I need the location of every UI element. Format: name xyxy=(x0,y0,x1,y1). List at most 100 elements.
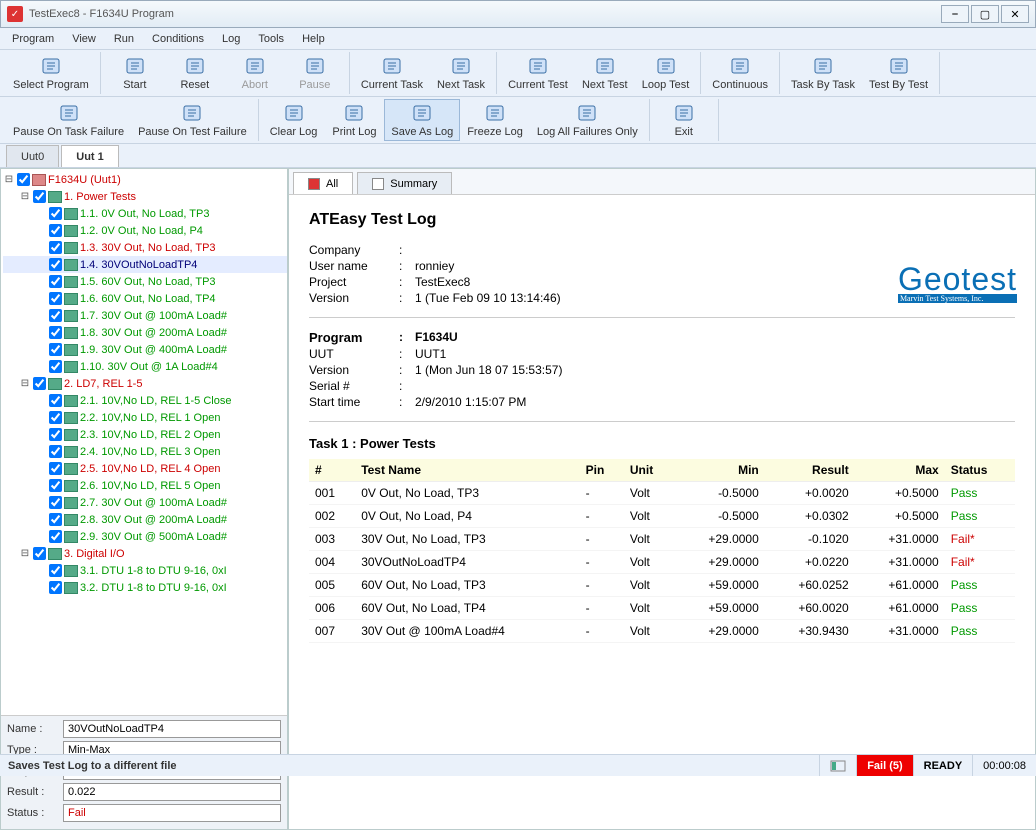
tree-checkbox[interactable] xyxy=(49,479,62,492)
tree-checkbox[interactable] xyxy=(49,258,62,271)
tree-node-icon xyxy=(48,378,62,390)
tree-expander-icon[interactable]: ⊟ xyxy=(19,548,31,560)
freeze-log-button[interactable]: Freeze Log xyxy=(460,99,530,141)
tree-checkbox[interactable] xyxy=(33,377,46,390)
menu-run[interactable]: Run xyxy=(106,31,142,47)
reset-button[interactable]: Reset xyxy=(165,52,225,94)
tree-expander-icon[interactable]: ⊟ xyxy=(19,378,31,390)
tree-node[interactable]: ⊟2. LD7, REL 1-5 xyxy=(3,375,287,392)
tree-node[interactable]: 2.5. 10V,No LD, REL 4 Open xyxy=(3,460,287,477)
tree-node[interactable]: 1.3. 30V Out, No Load, TP3 xyxy=(3,239,287,256)
maximize-button[interactable]: ▢ xyxy=(971,5,999,23)
tree-checkbox[interactable] xyxy=(49,428,62,441)
menu-help[interactable]: Help xyxy=(294,31,333,47)
tree-node[interactable]: 1.2. 0V Out, No Load, P4 xyxy=(3,222,287,239)
tree-node[interactable]: 3.1. DTU 1-8 to DTU 9-16, 0xI xyxy=(3,562,287,579)
geotest-logo: Geotest Marvin Test Systems, Inc. xyxy=(898,265,1017,303)
tree-checkbox[interactable] xyxy=(49,564,62,577)
clear-log-button[interactable]: Clear Log xyxy=(263,99,325,141)
tree-checkbox[interactable] xyxy=(33,190,46,203)
tree-node[interactable]: 1.9. 30V Out @ 400mA Load# xyxy=(3,341,287,358)
tree-checkbox[interactable] xyxy=(33,547,46,560)
results-cell: Volt xyxy=(624,528,675,551)
menu-conditions[interactable]: Conditions xyxy=(144,31,212,47)
tree-checkbox[interactable] xyxy=(49,445,62,458)
uut-tab-uut1[interactable]: Uut 1 xyxy=(61,145,119,167)
tree-node[interactable]: 1.7. 30V Out @ 100mA Load# xyxy=(3,307,287,324)
tree-checkbox[interactable] xyxy=(49,496,62,509)
minimize-button[interactable]: ⎯ xyxy=(941,5,969,23)
pause-on-test-failure-button[interactable]: Pause On Test Failure xyxy=(131,99,254,141)
log-body[interactable]: ATEasy Test Log Geotest Marvin Test Syst… xyxy=(289,195,1035,829)
close-button[interactable]: ✕ xyxy=(1001,5,1029,23)
tree-checkbox[interactable] xyxy=(17,173,30,186)
tree-node[interactable]: 2.1. 10V,No LD, REL 1-5 Close xyxy=(3,392,287,409)
tree-node[interactable]: 1.10. 30V Out @ 1A Load#4 xyxy=(3,358,287,375)
task-by-task-button[interactable]: Task By Task xyxy=(784,52,862,94)
tree-checkbox[interactable] xyxy=(49,292,62,305)
uut-tab-uut0[interactable]: Uut0 xyxy=(6,145,59,167)
current-task-button[interactable]: Current Task xyxy=(354,52,430,94)
tree-node[interactable]: 1.8. 30V Out @ 200mA Load# xyxy=(3,324,287,341)
test-tree[interactable]: ⊟F1634U (Uut1)⊟1. Power Tests1.1. 0V Out… xyxy=(1,169,287,715)
print-log-button[interactable]: Print Log xyxy=(324,99,384,141)
tree-checkbox[interactable] xyxy=(49,394,62,407)
tree-expander-icon[interactable]: ⊟ xyxy=(19,191,31,203)
tree-checkbox[interactable] xyxy=(49,241,62,254)
select-program-button[interactable]: Select Program xyxy=(6,52,96,94)
tree-node[interactable]: 1.5. 60V Out, No Load, TP3 xyxy=(3,273,287,290)
tree-node-icon xyxy=(64,531,78,543)
menu-view[interactable]: View xyxy=(64,31,104,47)
tree-checkbox[interactable] xyxy=(49,360,62,373)
tree-node[interactable]: 2.8. 30V Out @ 200mA Load# xyxy=(3,511,287,528)
menu-log[interactable]: Log xyxy=(214,31,248,47)
continuous-button[interactable]: Continuous xyxy=(705,52,775,94)
tree-node[interactable]: 2.7. 30V Out @ 100mA Load# xyxy=(3,494,287,511)
uut-tab-strip: Uut0Uut 1 xyxy=(0,144,1036,168)
tree-checkbox[interactable] xyxy=(49,224,62,237)
pause-on-task-failure-button[interactable]: Pause On Task Failure xyxy=(6,99,131,141)
log-all-failures-only-button[interactable]: Log All Failures Only xyxy=(530,99,645,141)
test-tree-pane: ⊟F1634U (Uut1)⊟1. Power Tests1.1. 0V Out… xyxy=(0,168,288,830)
tree-checkbox[interactable] xyxy=(49,581,62,594)
tree-checkbox[interactable] xyxy=(49,513,62,526)
log-tab-summary[interactable]: Summary xyxy=(357,172,452,194)
tree-checkbox[interactable] xyxy=(49,343,62,356)
tree-node[interactable]: 2.3. 10V,No LD, REL 2 Open xyxy=(3,426,287,443)
next-test-button[interactable]: Next Test xyxy=(575,52,635,94)
tree-node[interactable]: 2.6. 10V,No LD, REL 5 Open xyxy=(3,477,287,494)
test-by-test-button[interactable]: Test By Test xyxy=(862,52,935,94)
next-task-button[interactable]: Next Task xyxy=(430,52,492,94)
start-button[interactable]: Start xyxy=(105,52,165,94)
tree-checkbox[interactable] xyxy=(49,411,62,424)
tree-checkbox[interactable] xyxy=(49,462,62,475)
tree-node[interactable]: 2.4. 10V,No LD, REL 3 Open xyxy=(3,443,287,460)
tree-node[interactable]: ⊟3. Digital I/O xyxy=(3,545,287,562)
menu-program[interactable]: Program xyxy=(4,31,62,47)
results-cell: +0.0302 xyxy=(765,505,855,528)
tree-node[interactable]: ⊟F1634U (Uut1) xyxy=(3,171,287,188)
save-as-log-button[interactable]: Save As Log xyxy=(384,99,460,141)
tree-node[interactable]: 3.2. DTU 1-8 to DTU 9-16, 0xI xyxy=(3,579,287,596)
menu-tools[interactable]: Tools xyxy=(250,31,292,47)
tree-node[interactable]: 1.1. 0V Out, No Load, TP3 xyxy=(3,205,287,222)
tree-node-icon xyxy=(64,293,78,305)
tree-expander-icon[interactable]: ⊟ xyxy=(3,174,15,186)
detail-result-value: 0.022 xyxy=(63,783,281,801)
tree-checkbox[interactable] xyxy=(49,275,62,288)
loop-test-button[interactable]: Loop Test xyxy=(635,52,697,94)
toolbar-label: Save As Log xyxy=(391,126,453,138)
exit-button[interactable]: Exit xyxy=(654,99,714,141)
tree-checkbox[interactable] xyxy=(49,207,62,220)
tree-node[interactable]: 1.4. 30VOutNoLoadTP4 xyxy=(3,256,287,273)
results-cell: -0.1020 xyxy=(765,528,855,551)
tree-node[interactable]: 2.2. 10V,No LD, REL 1 Open xyxy=(3,409,287,426)
tree-checkbox[interactable] xyxy=(49,530,62,543)
current-test-button[interactable]: Current Test xyxy=(501,52,575,94)
tree-checkbox[interactable] xyxy=(49,309,62,322)
tree-node[interactable]: 2.9. 30V Out @ 500mA Load# xyxy=(3,528,287,545)
tree-node[interactable]: ⊟1. Power Tests xyxy=(3,188,287,205)
log-tab-all[interactable]: All xyxy=(293,172,353,194)
tree-checkbox[interactable] xyxy=(49,326,62,339)
tree-node[interactable]: 1.6. 60V Out, No Load, TP4 xyxy=(3,290,287,307)
